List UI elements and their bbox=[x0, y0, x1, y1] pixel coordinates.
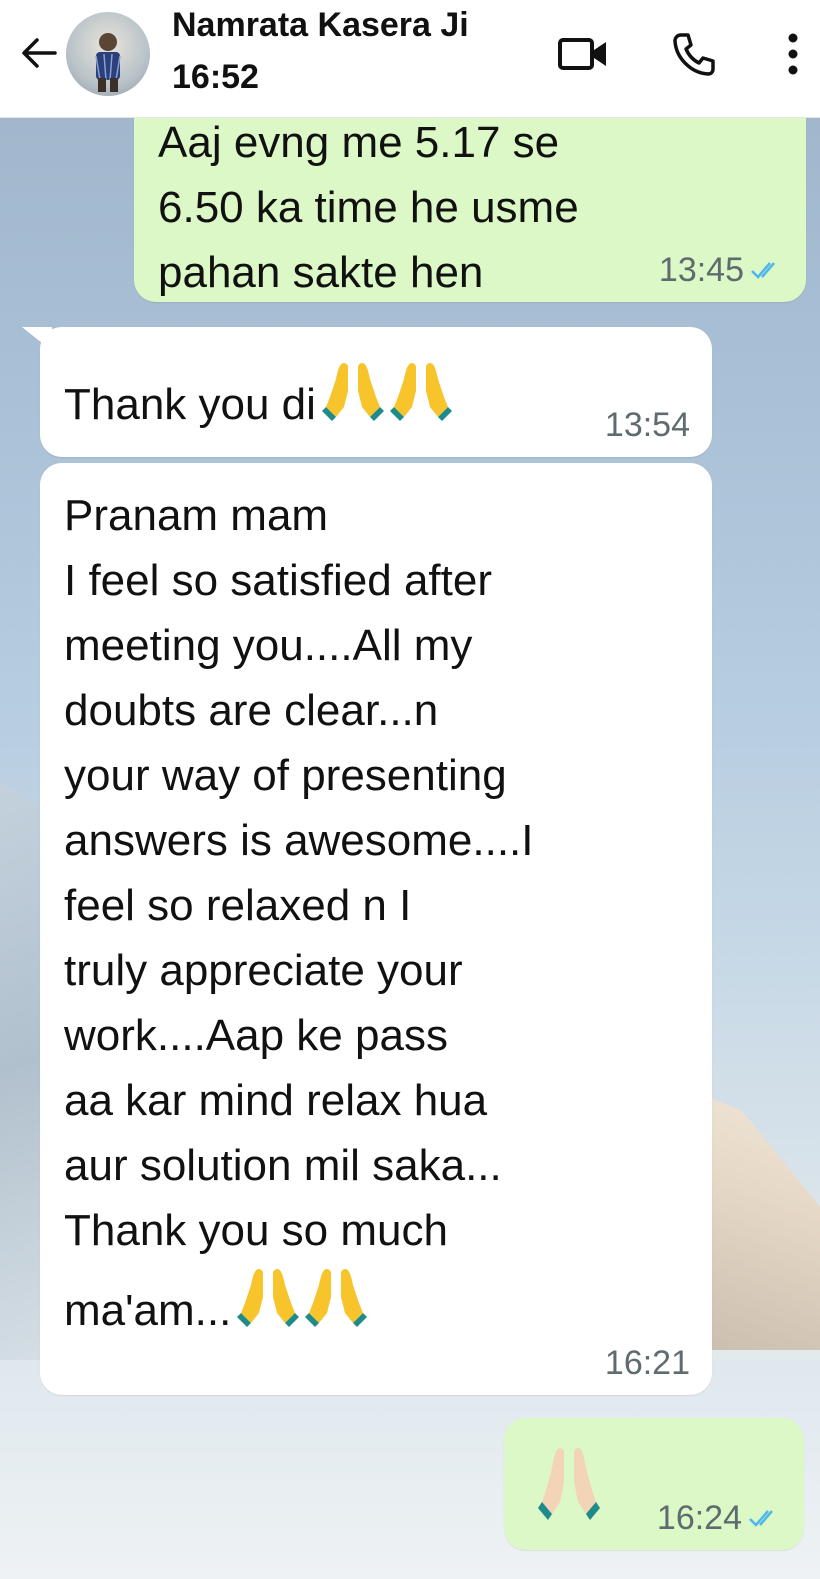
message-bubble-outgoing[interactable]: 16:24 bbox=[504, 1418, 804, 1550]
message-meta: 16:21 bbox=[605, 1343, 690, 1383]
folded-hands-icon bbox=[305, 1263, 368, 1347]
folded-hands-icon bbox=[389, 357, 452, 441]
more-options-icon[interactable] bbox=[768, 28, 818, 80]
message-bubble-incoming[interactable]: Pranam mam I feel so satisfied after mee… bbox=[40, 463, 712, 1395]
back-arrow-icon[interactable] bbox=[16, 30, 62, 76]
folded-hands-icon bbox=[237, 1263, 300, 1347]
message-meta: 16:24 bbox=[657, 1498, 782, 1538]
message-meta: 13:54 bbox=[605, 405, 690, 445]
chat-header: Namrata Kasera Ji 16:52 bbox=[0, 0, 820, 118]
avatar[interactable] bbox=[66, 12, 150, 96]
message-time: 16:24 bbox=[656, 1499, 742, 1537]
message-time: 13:45 bbox=[658, 251, 744, 289]
read-ticks-icon bbox=[748, 1507, 782, 1529]
folded-hands-light-icon bbox=[538, 1442, 600, 1540]
message-text: Pranam mam I feel so satisfied after mee… bbox=[64, 483, 688, 1347]
phone-icon[interactable] bbox=[668, 28, 720, 80]
message-time: 16:21 bbox=[604, 1344, 690, 1382]
message-bubble-incoming[interactable]: Thank you di 13:54 bbox=[40, 327, 712, 457]
video-call-icon[interactable] bbox=[557, 28, 609, 80]
message-meta: 13:45 bbox=[659, 250, 784, 290]
folded-hands-icon bbox=[321, 357, 384, 441]
message-time: 13:54 bbox=[604, 406, 690, 444]
contact-name[interactable]: Namrata Kasera Ji bbox=[172, 6, 469, 45]
read-ticks-icon bbox=[750, 259, 784, 281]
message-text: Thank you di bbox=[64, 380, 316, 429]
contact-status: 16:52 bbox=[172, 58, 259, 96]
